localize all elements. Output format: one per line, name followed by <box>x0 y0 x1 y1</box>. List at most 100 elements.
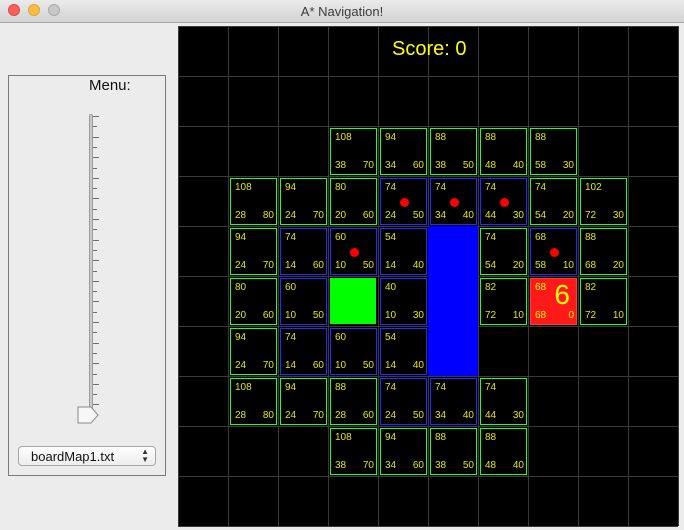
h-cost: 60 <box>412 160 424 171</box>
f-cost: 88 <box>335 382 347 393</box>
open-node-cell: 94 24 70 <box>230 228 277 275</box>
g-cost: 58 <box>535 160 547 171</box>
g-cost: 28 <box>235 410 247 421</box>
g-cost: 20 <box>235 310 247 321</box>
slider-tick <box>93 291 97 293</box>
h-cost: 20 <box>562 210 574 221</box>
slider-tick <box>93 167 97 169</box>
g-cost: 38 <box>435 460 447 471</box>
wall-cell <box>428 276 478 326</box>
f-cost: 60 <box>285 282 297 293</box>
f-cost: 74 <box>435 382 447 393</box>
f-cost: 88 <box>485 432 497 443</box>
h-cost: 60 <box>312 360 324 371</box>
f-cost: 102 <box>585 182 602 193</box>
f-cost: 108 <box>235 182 252 193</box>
f-cost: 108 <box>335 132 352 143</box>
h-cost: 20 <box>612 260 624 271</box>
open-node-cell: 80 20 60 <box>230 278 277 325</box>
g-cost: 44 <box>485 410 497 421</box>
grid-line <box>178 526 678 527</box>
title-bar: A* Navigation! <box>0 0 684 23</box>
h-cost: 80 <box>262 210 274 221</box>
g-cost: 14 <box>285 260 297 271</box>
g-cost: 14 <box>385 260 397 271</box>
open-node-cell: 74 54 20 <box>480 228 527 275</box>
game-board[interactable]: 108 38 70 94 34 60 88 38 50 88 48 40 88 58 30 108 28 80 94… <box>178 26 679 527</box>
h-cost: 10 <box>562 260 574 271</box>
path-dot-icon <box>400 198 409 207</box>
f-cost: 74 <box>485 232 497 243</box>
g-cost: 34 <box>385 460 397 471</box>
g-cost: 72 <box>585 210 597 221</box>
h-cost: 60 <box>412 460 424 471</box>
slider-tick <box>93 198 99 200</box>
open-node-cell: 94 34 60 <box>380 428 427 475</box>
f-cost: 80 <box>235 282 247 293</box>
slider-tick <box>93 322 99 323</box>
grid-line <box>578 26 579 526</box>
f-cost: 40 <box>385 282 397 293</box>
f-cost: 94 <box>385 432 397 443</box>
target-cell: 68 68 0 6 <box>530 278 577 325</box>
slider-tick <box>93 229 97 231</box>
g-cost: 10 <box>285 310 297 321</box>
g-cost: 44 <box>485 210 497 221</box>
g-cost: 24 <box>235 260 247 271</box>
h-cost: 10 <box>612 310 624 321</box>
slider-tick <box>93 188 97 190</box>
closed-node-cell: 74 24 50 <box>380 178 427 225</box>
f-cost: 80 <box>335 182 347 193</box>
open-node-cell: 88 58 30 <box>530 128 577 175</box>
g-cost: 72 <box>585 310 597 321</box>
g-cost: 34 <box>385 160 397 171</box>
f-cost: 94 <box>285 382 297 393</box>
grid-line <box>478 26 479 526</box>
closed-node-cell: 60 10 50 <box>330 328 377 375</box>
f-cost: 74 <box>485 382 497 393</box>
target-marker: 6 <box>554 279 570 310</box>
open-node-cell: 94 24 70 <box>230 328 277 375</box>
f-cost: 54 <box>385 232 397 243</box>
slider-tick <box>93 146 97 148</box>
slider-tick <box>93 249 97 251</box>
h-cost: 40 <box>512 160 524 171</box>
h-cost: 30 <box>512 410 524 421</box>
g-cost: 38 <box>335 460 347 471</box>
path-dot-icon <box>500 198 509 207</box>
open-node-cell: 94 34 60 <box>380 128 427 175</box>
f-cost: 74 <box>435 182 447 193</box>
g-cost: 54 <box>485 260 497 271</box>
speed-slider-thumb[interactable] <box>77 406 99 424</box>
g-cost: 34 <box>435 410 447 421</box>
slider-tick <box>93 177 99 179</box>
grid-line <box>178 476 678 477</box>
slider-tick <box>93 157 99 159</box>
closed-node-cell: 74 34 40 <box>430 178 477 225</box>
h-cost: 50 <box>462 460 474 471</box>
board-map-select[interactable]: boardMap1.txt ▲ ▼ <box>18 446 156 466</box>
f-cost: 74 <box>285 332 297 343</box>
closed-node-cell: 40 10 30 <box>380 278 427 325</box>
slider-tick <box>93 260 99 262</box>
grid-line <box>678 26 679 526</box>
f-cost: 94 <box>285 182 297 193</box>
g-cost: 20 <box>335 210 347 221</box>
h-cost: 30 <box>612 210 624 221</box>
slider-tick <box>93 363 99 365</box>
g-cost: 38 <box>435 160 447 171</box>
open-node-cell: 88 38 50 <box>430 428 477 475</box>
slider-tick <box>93 136 99 138</box>
open-node-cell: 108 28 80 <box>230 178 277 225</box>
closed-node-cell: 74 44 30 <box>480 178 527 225</box>
f-cost: 88 <box>535 132 547 143</box>
open-node-cell: 88 48 40 <box>480 128 527 175</box>
slider-tick <box>93 373 97 375</box>
open-node-cell: 80 20 60 <box>330 178 377 225</box>
closed-node-cell: 68 58 10 <box>530 228 577 275</box>
h-cost: 70 <box>262 360 274 371</box>
path-dot-icon <box>350 248 359 257</box>
start-cell <box>330 278 376 324</box>
f-cost: 88 <box>435 132 447 143</box>
h-cost: 30 <box>412 310 424 321</box>
